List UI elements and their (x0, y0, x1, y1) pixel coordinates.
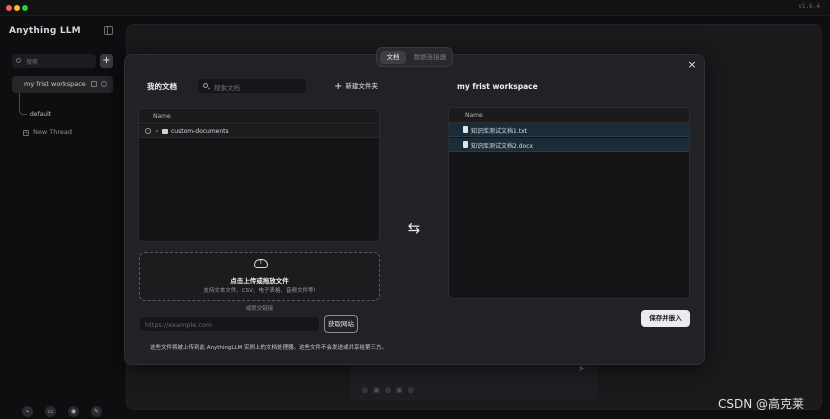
file-name: 知识库测试文档1.txt (471, 128, 527, 135)
table-row[interactable]: 知识库测试文档2.docx (449, 138, 689, 152)
workspace-label: my frist workspace (24, 80, 86, 88)
sidebar-toggle-icon[interactable] (104, 26, 113, 35)
table-row[interactable]: 知识库测试文档1.txt (449, 123, 689, 137)
select-radio[interactable] (145, 128, 151, 134)
swap-arrows-icon: ⇆ (407, 219, 421, 237)
watermark: CSDN @高克莱 (718, 397, 805, 411)
document-search-input[interactable]: 搜索文档 (198, 79, 306, 93)
chevron-down-icon[interactable]: ⌄ (154, 126, 160, 134)
upload-footnote: 这些文件将被上传到此 AnythingLLM 实例上的文档处理器。这些文件不会发… (150, 345, 388, 351)
workspace-documents-table: Name 知识库测试文档1.txt 知识库测试文档2.docx (448, 107, 690, 299)
close-window-button[interactable] (6, 5, 12, 11)
document-search-placeholder: 搜索文档 (214, 84, 240, 92)
save-and-embed-button[interactable]: 保存并嵌入 (641, 310, 690, 327)
new-thread-button[interactable]: + New Thread (23, 128, 72, 136)
file-name: 知识库测试文档2.docx (471, 143, 534, 150)
plus-icon: + (334, 81, 343, 92)
sidebar-item-workspace[interactable]: my frist workspace (12, 76, 113, 93)
thread-tree-line (19, 93, 27, 115)
folder-name: custom-documents (171, 128, 229, 135)
file-icon (463, 141, 468, 148)
upload-icon[interactable] (91, 81, 97, 87)
workspace-title: my frist workspace (457, 82, 538, 91)
app-logo: Anything LLM (9, 26, 81, 36)
chat-tools-icons: ◍▣◍▣◍ (362, 386, 419, 394)
search-icon (203, 83, 208, 88)
send-icon: ➤ (578, 364, 585, 373)
title-bar: v1.6.4 (0, 0, 830, 16)
upload-title: 点击上传或拖放文件 (230, 277, 289, 285)
chat-input-background (350, 362, 598, 400)
maximize-window-button[interactable] (22, 5, 28, 11)
tab-data-connectors[interactable]: 数据连接器 (410, 51, 450, 64)
tab-documents[interactable]: 文档 (380, 51, 406, 64)
new-folder-button[interactable]: + 新建文件夹 (334, 80, 378, 92)
my-documents-title: 我的文档 (147, 82, 177, 91)
gear-icon[interactable] (101, 81, 107, 87)
thread-item-default[interactable]: default (30, 111, 51, 118)
search-icon (16, 58, 21, 63)
wrench-icon[interactable]: ✎ (91, 406, 102, 417)
upload-dropzone[interactable]: 点击上传或拖放文件 支持文本文件、CSV、电子表格、音频文件等! (139, 252, 380, 301)
app-window: v1.6.4 Anything LLM 搜索 + my frist worksp… (0, 0, 830, 419)
my-documents-table: Name ⌄ custom-documents (138, 108, 380, 242)
sidebar-search-input[interactable]: 搜索 (12, 54, 96, 68)
plus-icon: + (23, 130, 29, 136)
file-icon (463, 126, 468, 133)
minimize-window-button[interactable] (14, 5, 20, 11)
submit-link-label: 或提交链接 (245, 306, 274, 312)
modal-tabs: 文档 数据连接器 (376, 47, 453, 67)
fetch-website-button[interactable]: 获取网站 (324, 315, 358, 333)
version-label: v1.6.4 (798, 3, 820, 10)
discord-icon[interactable]: ◉ (68, 406, 79, 417)
sidebar: Anything LLM 搜索 + my frist workspace def… (0, 16, 122, 419)
upload-subtitle: 支持文本文件、CSV、电子表格、音频文件等! (203, 288, 316, 294)
table-header-name: Name (139, 109, 379, 124)
close-icon[interactable]: × (687, 59, 697, 70)
new-thread-label: New Thread (33, 128, 72, 136)
cloud-upload-icon (254, 258, 268, 268)
docs-icon[interactable]: ▭ (45, 406, 56, 417)
new-workspace-button[interactable]: + (100, 54, 113, 68)
table-row[interactable]: ⌄ custom-documents (139, 125, 379, 138)
community-icon[interactable]: ⌁ (22, 406, 33, 417)
table-header-name: Name (449, 108, 689, 123)
url-input[interactable]: https://example.com (139, 316, 320, 332)
sidebar-search-placeholder: 搜索 (26, 59, 39, 66)
new-folder-label: 新建文件夹 (345, 82, 378, 90)
folder-icon (162, 129, 168, 134)
